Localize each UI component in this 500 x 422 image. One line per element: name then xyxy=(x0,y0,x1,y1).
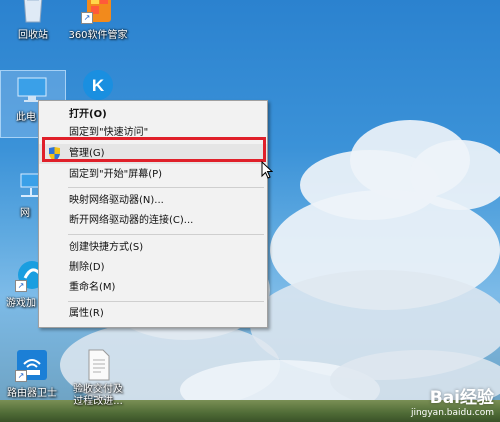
menu-separator xyxy=(68,187,264,188)
document-icon[interactable]: 验收交付及 过程改进... xyxy=(68,348,128,408)
menu-item-disconnect-drive[interactable]: 断开网络驱动器的连接(C)... xyxy=(39,211,267,231)
kugou-icon[interactable]: K xyxy=(68,68,128,104)
menu-item-rename[interactable]: 重命名(M) xyxy=(39,278,267,298)
desktop-background: 回收站 ↗ 360软件管家 此电 K 网 ↗ 游戏加 ↗ 路由器卫士 验收交付及… xyxy=(0,0,500,422)
menu-item-properties[interactable]: 属性(R) xyxy=(39,304,267,324)
menu-separator xyxy=(68,301,264,302)
shortcut-arrow-icon: ↗ xyxy=(81,12,93,24)
software-manager-icon[interactable]: ↗ 360软件管家 xyxy=(68,0,128,41)
highlight-annotation xyxy=(42,137,266,162)
watermark-brand: Bai经验 xyxy=(429,388,494,408)
menu-item-create-shortcut[interactable]: 创建快捷方式(S) xyxy=(39,238,267,258)
menu-item-delete[interactable]: 删除(D) xyxy=(39,258,267,278)
menu-item-pin-start[interactable]: 固定到"开始"屏幕(P) xyxy=(39,165,267,185)
menu-item-open[interactable]: 打开(O) xyxy=(39,105,267,125)
recycle-bin-icon[interactable]: 回收站 xyxy=(3,0,63,41)
watermark-url: jingyan.baidu.com xyxy=(410,408,494,418)
recycle-bin-label: 回收站 xyxy=(18,30,48,41)
svg-text:K: K xyxy=(92,76,105,95)
menu-separator xyxy=(68,234,264,235)
router-guard-label: 路由器卫士 xyxy=(7,388,57,399)
shortcut-arrow-icon: ↗ xyxy=(15,370,27,382)
watermark: Bai经验 jingyan.baidu.com xyxy=(411,383,494,418)
software-manager-label: 360软件管家 xyxy=(68,30,128,41)
context-menu: 打开(O) 固定到"快速访问" 管理(G) 固定到"开始"屏幕(P) 映射网络驱… xyxy=(38,100,268,328)
router-guard-icon[interactable]: ↗ 路由器卫士 xyxy=(2,348,62,399)
shortcut-arrow-icon: ↗ xyxy=(15,280,27,292)
document-label: 验收交付及 过程改进... xyxy=(73,384,123,407)
menu-item-map-drive[interactable]: 映射网络驱动器(N)... xyxy=(39,191,267,211)
